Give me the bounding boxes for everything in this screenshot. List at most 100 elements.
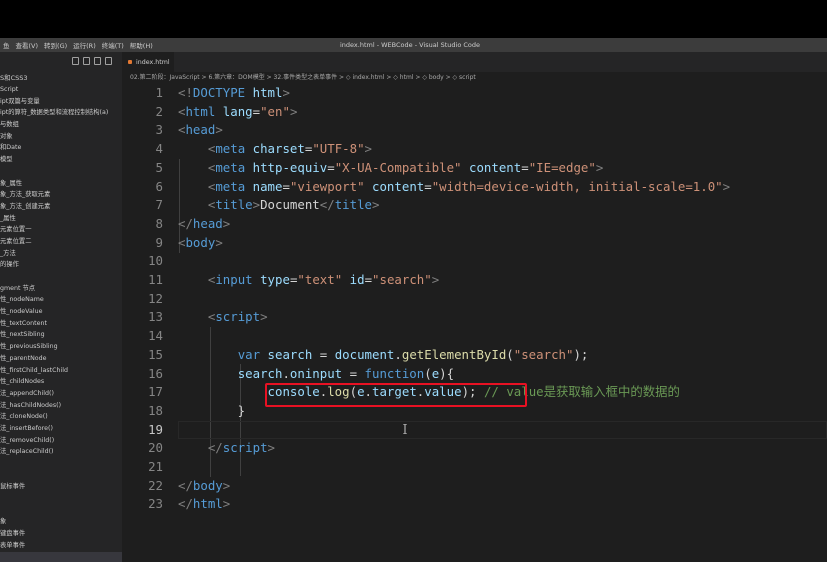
line-number: 23 <box>148 496 163 512</box>
tree-item[interactable]: 模型 <box>0 154 122 166</box>
code-line[interactable]: 4 <meta charset="UTF-8"> <box>122 140 827 159</box>
new-file-icon[interactable] <box>72 57 79 65</box>
breadcrumb[interactable]: 02.第二阶段：JavaScript > 6.第六章：DOM模型 > 32.事件… <box>130 72 476 82</box>
tree-item[interactable]: 性_firstChild_lastChild <box>0 365 122 377</box>
tree-item[interactable]: 法_appendChild() <box>0 388 122 400</box>
tree-item[interactable]: 元素位置一 <box>0 224 122 236</box>
menu-item[interactable]: 鱼 <box>3 40 10 50</box>
tree-item[interactable] <box>0 166 122 178</box>
tree-item[interactable]: 象_方法_创建元素 <box>0 201 122 213</box>
tree-item[interactable]: 性_nodeValue <box>0 306 122 318</box>
code-line[interactable]: 13 <script> <box>122 308 827 327</box>
tree-item[interactable]: 性_childNodes <box>0 376 122 388</box>
new-folder-icon[interactable] <box>83 57 90 65</box>
code-line[interactable]: 8 </head> <box>122 215 827 234</box>
code-token: "en" <box>260 103 290 119</box>
tree-item[interactable] <box>0 470 122 482</box>
code-line[interactable]: 2 <html lang="en"> <box>122 103 827 122</box>
menu-item[interactable]: 终端(T) <box>102 40 124 50</box>
line-number: 14 <box>148 328 163 344</box>
code-token: > <box>252 197 261 213</box>
code-line[interactable]: 7 <title>Document</title> <box>122 196 827 215</box>
code-line[interactable]: 3 <head> <box>122 121 827 140</box>
tree-item[interactable]: 法_hasChildNodes() <box>0 400 122 412</box>
code-text: <script> <box>178 308 268 327</box>
tree-item[interactable]: _方法 <box>0 248 122 260</box>
code-token: > <box>372 197 380 213</box>
code-line[interactable]: 22 </body> <box>122 477 827 496</box>
project-folder[interactable]: S和CSS3 <box>0 72 28 82</box>
tree-item[interactable]: ipt双篇与变量 <box>0 96 122 108</box>
code-text: <meta charset="UTF-8"> <box>178 140 372 159</box>
tree-item[interactable]: 性_nodeName <box>0 294 122 306</box>
tree-item[interactable]: 象 <box>0 516 122 528</box>
tree-item[interactable]: gment 节点 <box>0 283 122 295</box>
code-line[interactable]: 15 var search = document.getElementById(… <box>122 346 827 365</box>
code-text: </html> <box>178 495 230 514</box>
tree-item[interactable]: 鼠标事件 <box>0 481 122 493</box>
collapse-all-icon[interactable] <box>105 57 112 65</box>
tree-item[interactable]: 键盘事件 <box>0 528 122 540</box>
code-line[interactable]: 14 <box>122 327 827 346</box>
tab-index-html[interactable]: index.html <box>122 52 174 72</box>
refresh-icon[interactable] <box>94 57 101 65</box>
tree-item[interactable] <box>0 271 122 283</box>
code-token: "width=device-width, initial-scale=1.0" <box>431 178 723 194</box>
tree-item[interactable]: 法_removeChild() <box>0 435 122 447</box>
code-line[interactable]: 19 <box>122 420 827 440</box>
tree-item[interactable]: 性_nextSibling <box>0 329 122 341</box>
tree-item[interactable]: 性_textContent <box>0 318 122 330</box>
tree-item[interactable]: 与数组 <box>0 119 122 131</box>
tree-item[interactable]: Script <box>0 84 122 96</box>
tree-item[interactable]: 性_previousSibling <box>0 341 122 353</box>
code-line[interactable]: 16 search.oninput = function(e){ <box>122 365 827 384</box>
tree-item[interactable]: 对象 <box>0 131 122 143</box>
code-token: "text" <box>297 272 343 287</box>
code-line[interactable]: 23 </html> <box>122 495 827 514</box>
code-token: body <box>185 234 216 250</box>
code-line[interactable]: 9 <body> <box>122 234 827 253</box>
tree-item[interactable]: 象_属性 <box>0 178 122 190</box>
code-line[interactable]: 1 <!DOCTYPE html> <box>122 84 827 103</box>
tree-item[interactable]: 性_parentNode <box>0 353 122 365</box>
code-line[interactable]: 10 <box>122 252 827 271</box>
tree-item[interactable]: 的操作 <box>0 259 122 271</box>
tree-item[interactable]: 和Date <box>0 142 122 154</box>
code-text: <html lang="en"> <box>178 103 297 122</box>
tree-item[interactable]: 法_cloneNode() <box>0 411 122 423</box>
tree-item[interactable] <box>0 458 122 470</box>
code-token: lang <box>222 103 253 119</box>
menu-item[interactable]: 帮助(H) <box>130 40 153 50</box>
code-line[interactable]: 12 <box>122 290 827 309</box>
code-text: <title>Document</title> <box>178 196 380 215</box>
code-token: . <box>282 365 290 381</box>
menu-item[interactable]: 查看(V) <box>16 40 39 50</box>
code-token: > <box>215 122 223 138</box>
code-line[interactable]: 11 <input type="text" id="search"> <box>122 271 827 290</box>
code-line[interactable]: 20 </script> <box>122 439 827 458</box>
tree-item[interactable]: 元素位置二 <box>0 236 122 248</box>
code-token: name <box>252 178 283 194</box>
tree-item[interactable]: _属性 <box>0 213 122 225</box>
tree-item[interactable]: ipt的算符_数据类型和流程控制结构(a) <box>0 107 122 119</box>
tree-item[interactable] <box>0 493 122 505</box>
tree-item-selected[interactable] <box>0 551 122 562</box>
code-token: > <box>215 234 223 250</box>
menu-item[interactable]: 运行(R) <box>73 40 96 50</box>
code-line[interactable]: 6 <meta name="viewport" content="width=d… <box>122 178 827 197</box>
menu-item[interactable]: 转到(G) <box>44 40 67 50</box>
code-line[interactable]: 21 <box>122 458 827 477</box>
code-token: id <box>349 272 365 287</box>
text-cursor-icon <box>403 424 407 434</box>
code-line[interactable]: 5 <meta http-equiv="X-UA-Compatible" con… <box>122 159 827 178</box>
tree-item[interactable]: 表单事件 <box>0 540 122 552</box>
code-token: search <box>237 365 283 381</box>
tree-item[interactable]: 象_方法_获取元素 <box>0 189 122 201</box>
tree-item[interactable]: 法_insertBefore() <box>0 423 122 435</box>
tree-item[interactable]: 法_replaceChild() <box>0 446 122 458</box>
tree-item[interactable] <box>0 505 122 517</box>
explorer-sidebar: S和CSS3 Script ipt双篇与变量 ipt的算符_数据类型和流程控制结构(… <box>0 52 122 562</box>
